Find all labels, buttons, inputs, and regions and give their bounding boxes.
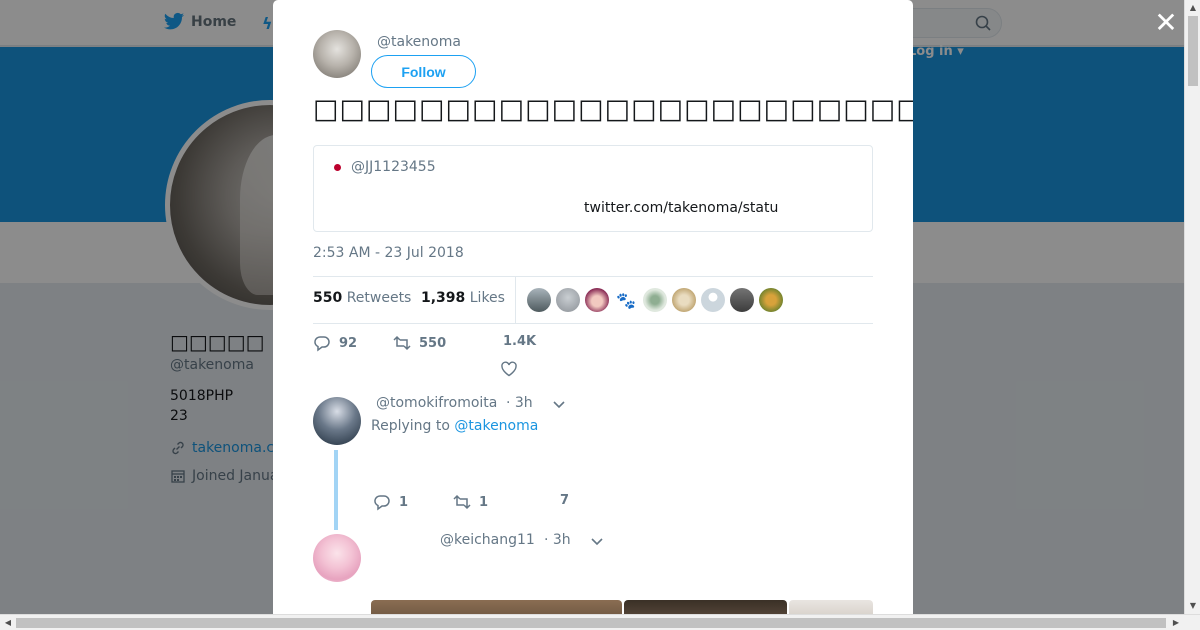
retweets-label: Retweets	[346, 290, 412, 306]
vertical-scrollbar[interactable]: ▲ ▼	[1184, 0, 1200, 614]
scroll-left-arrow[interactable]: ◀	[0, 615, 16, 630]
like-count: 1.4K	[503, 334, 537, 349]
retweet-count: 1	[479, 494, 489, 510]
reply-media[interactable]	[371, 600, 873, 614]
default-avatar-icon[interactable]	[701, 288, 725, 312]
like-action[interactable]: 1.4K	[503, 334, 536, 349]
quoted-link[interactable]: twitter.com/takenoma/statu	[584, 200, 778, 216]
quoted-tweet-card[interactable]: @JJ1123455 twitter.com/takenoma/statu	[313, 145, 873, 232]
quoted-handle: @JJ1123455	[351, 159, 436, 175]
liker-avatar[interactable]	[556, 288, 580, 312]
retweet-action[interactable]: 1	[453, 493, 488, 511]
follow-button[interactable]: Follow	[371, 55, 476, 88]
retweet-icon	[453, 494, 471, 510]
heart-icon[interactable]	[500, 360, 518, 378]
thread-connector	[334, 450, 338, 530]
scroll-up-arrow[interactable]: ▲	[1185, 0, 1200, 16]
retweets-count: 550	[313, 290, 343, 306]
liker-avatar[interactable]	[527, 288, 551, 312]
horizontal-scrollbar[interactable]: ◀ ▶	[0, 614, 1200, 630]
retweet-icon	[393, 335, 411, 351]
like-action[interactable]: 7	[560, 493, 569, 508]
likers-avatars: 🐾	[527, 288, 783, 312]
replying-to: Replying to @takenoma	[371, 418, 538, 434]
liker-avatar[interactable]	[672, 288, 696, 312]
reply-time[interactable]: · 3h	[506, 395, 533, 411]
liker-avatar[interactable]	[585, 288, 609, 312]
stats-divider	[515, 277, 516, 323]
retweet-count: 550	[419, 335, 447, 351]
replying-prefix: Replying to	[371, 418, 450, 434]
tweet-modal: @takenoma Follow □□□□□□□□□□□□□□□□□□□□□□□…	[273, 0, 913, 614]
tweet-stats: 550 Retweets 1,398 Likes 🐾	[313, 276, 873, 324]
scroll-down-arrow[interactable]: ▼	[1185, 598, 1200, 614]
tweet-author-handle[interactable]: @takenoma	[377, 34, 461, 50]
liker-avatar[interactable]	[730, 288, 754, 312]
tweet-timestamp[interactable]: 2:53 AM - 23 Jul 2018	[313, 245, 464, 261]
chevron-down-icon[interactable]	[590, 534, 604, 548]
reply-icon	[314, 336, 330, 352]
reply-count: 92	[339, 335, 358, 351]
paw-icon[interactable]: 🐾	[614, 288, 638, 312]
reply-author-handle[interactable]: @keichang11	[440, 532, 535, 548]
reply-count: 1	[399, 494, 409, 510]
close-modal-button[interactable]: ✕	[1154, 9, 1178, 37]
media-image[interactable]	[623, 600, 788, 614]
scrollbar-thumb[interactable]	[1188, 16, 1198, 86]
replying-to-link[interactable]: @takenoma	[454, 418, 538, 434]
tweet-author-avatar[interactable]	[313, 30, 361, 78]
reply-action[interactable]: 1	[373, 493, 408, 511]
scrollbar-thumb[interactable]	[16, 618, 1166, 628]
scroll-right-arrow[interactable]: ▶	[1168, 615, 1184, 630]
chevron-down-icon[interactable]	[552, 397, 566, 411]
likes-label: Likes	[469, 290, 505, 306]
japan-flag-icon	[329, 161, 345, 173]
media-image[interactable]	[371, 600, 622, 614]
liker-avatar[interactable]	[759, 288, 783, 312]
retweet-action[interactable]: 550	[393, 334, 446, 352]
reply-author-avatar[interactable]	[313, 534, 361, 582]
reply-author-handle[interactable]: @tomokifromoita	[376, 395, 497, 411]
media-image[interactable]	[789, 600, 873, 614]
reply-time[interactable]: · 3h	[544, 532, 571, 548]
like-count: 7	[560, 493, 570, 508]
reply-action[interactable]: 92	[313, 334, 357, 352]
retweets-stat[interactable]: 550 Retweets	[313, 290, 411, 306]
reply-author-avatar[interactable]	[313, 397, 361, 445]
likes-stat[interactable]: 1,398 Likes	[421, 290, 505, 306]
likes-count: 1,398	[421, 290, 466, 306]
reply-icon	[374, 495, 390, 511]
tweet-text: □□□□□□□□□□□□□□□□□□□□□□□□□□□□□□□□□□□□□□□□…	[313, 94, 913, 125]
liker-avatar[interactable]	[643, 288, 667, 312]
